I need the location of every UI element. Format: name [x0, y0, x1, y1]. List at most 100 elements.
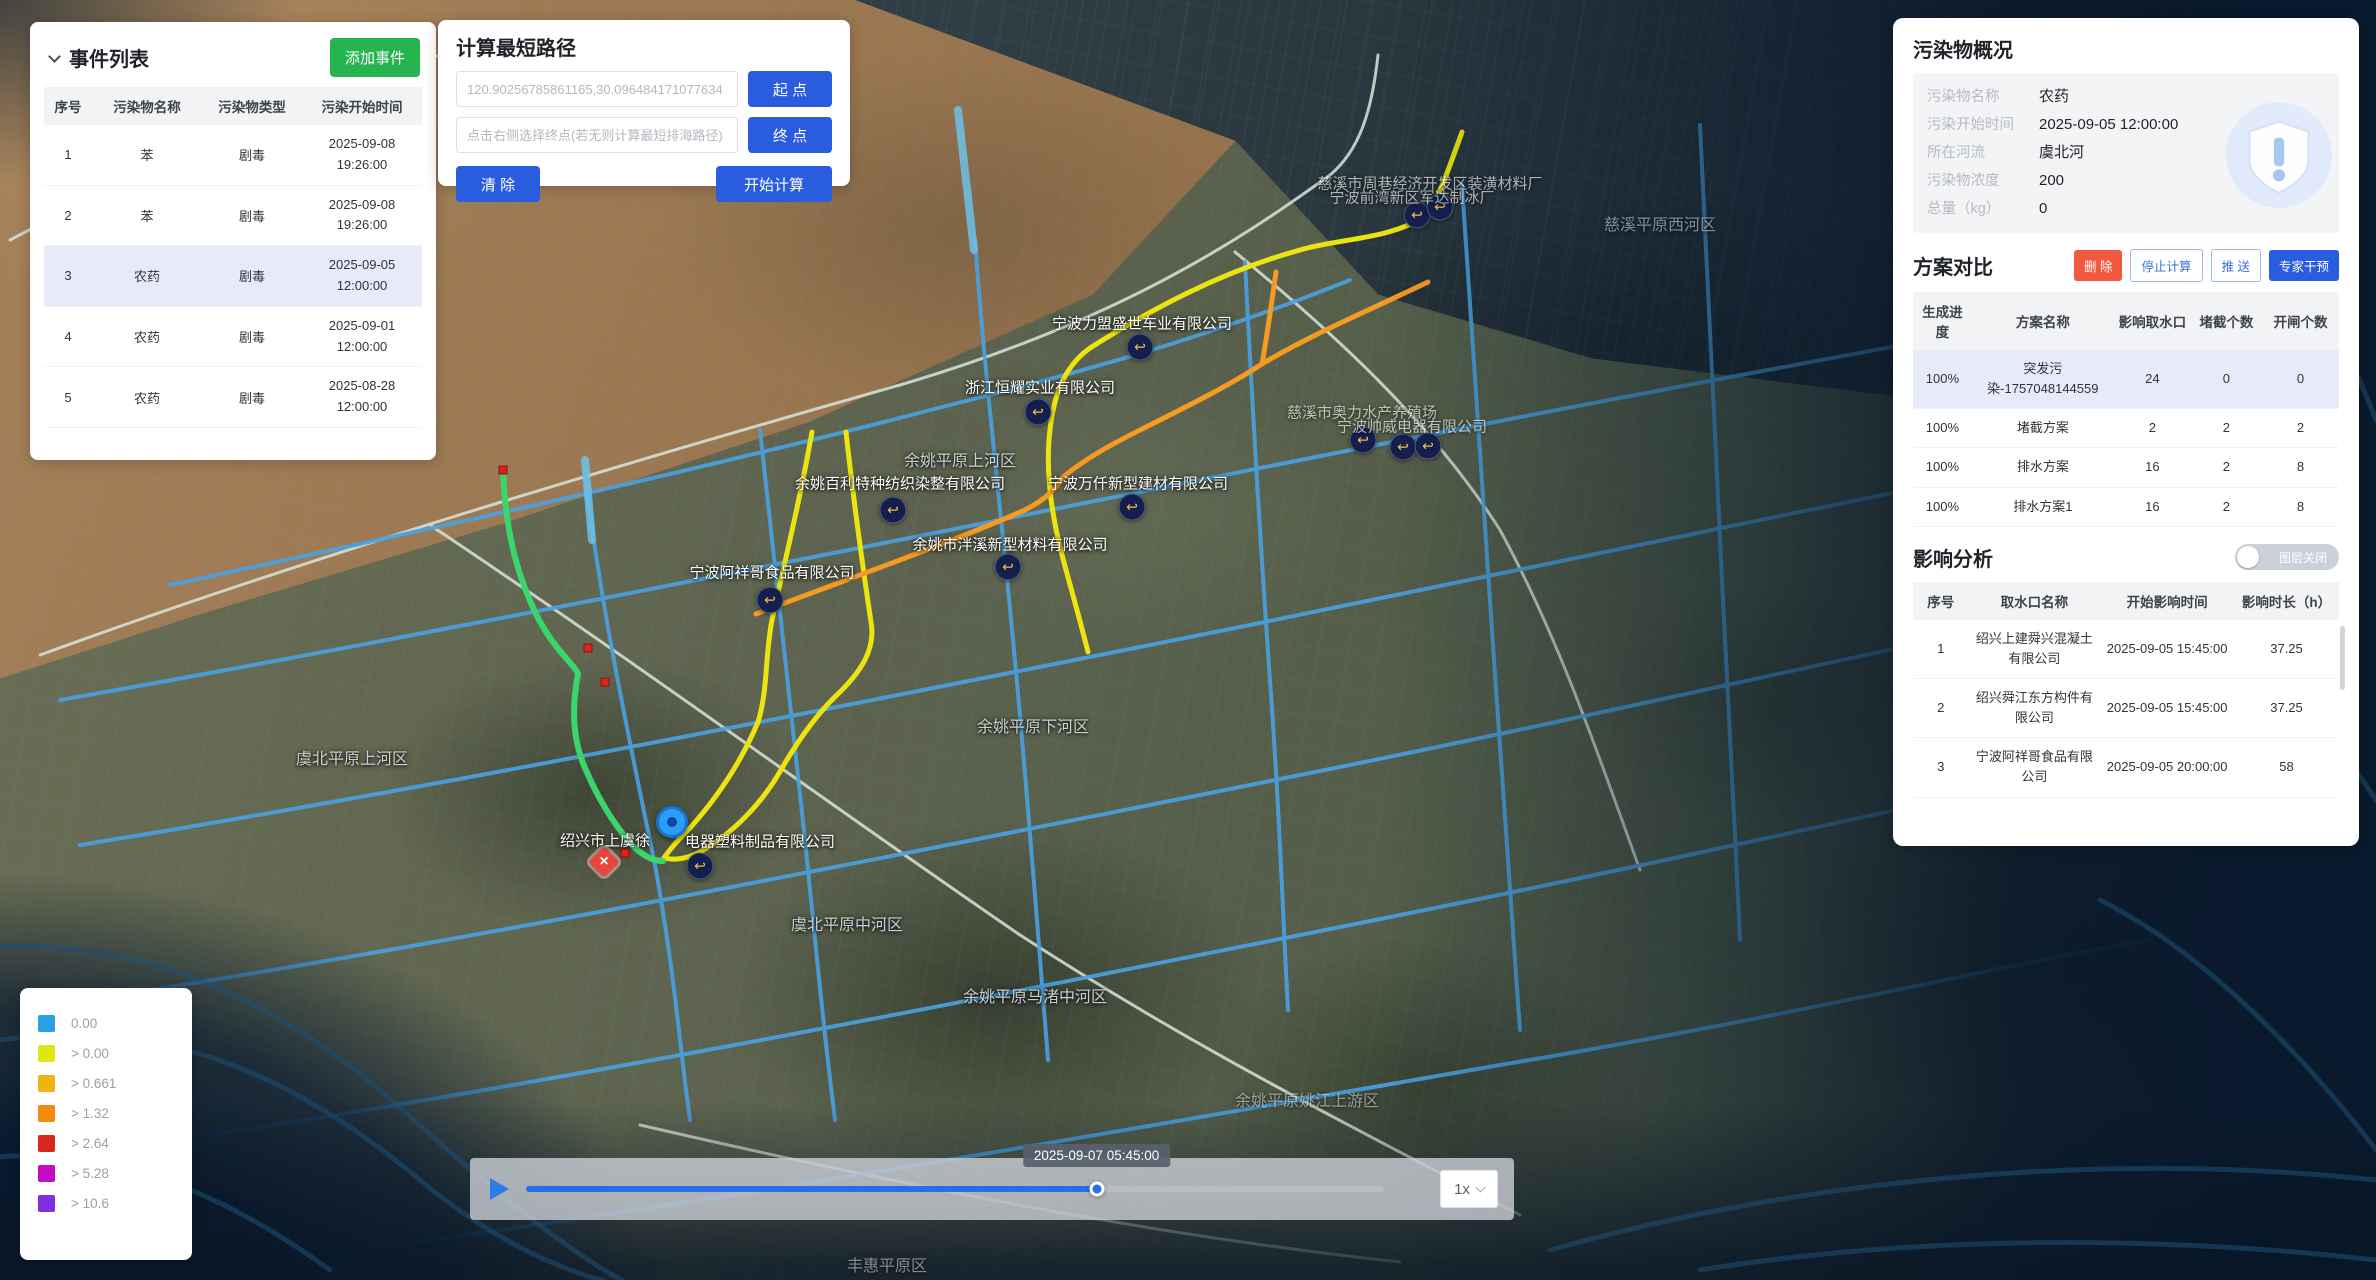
map-label: 电器塑料制品有限公司 — [685, 831, 835, 852]
timeline-fill — [526, 1186, 1097, 1192]
impact-analysis-title: 影响分析 — [1913, 543, 1993, 572]
push-button[interactable]: 推 送 — [2211, 249, 2261, 282]
map-label: 虞北平原中河区 — [791, 911, 903, 935]
pollution-start-time-value: 2025-09-05 12:00:00 — [2039, 116, 2178, 133]
农药[interactable]: 3 农药 剧毒 2025-09-05 12:00:00 — [44, 246, 422, 307]
column-header: 开闸个数 — [2262, 292, 2339, 350]
map-label: 丰惠平原区 — [847, 1252, 927, 1276]
农药[interactable]: 4 农药 剧毒 2025-09-01 12:00:00 — [44, 306, 422, 367]
event-list-panel: 事件列表 添加事件 序号 污染物名称 污染物类型 污染开始时间 1 苯 剧毒 2… — [30, 22, 436, 460]
map-label: 余姚百利特种纺织染整有限公司 — [795, 473, 1005, 494]
legend-item: > 10.6 — [38, 1195, 174, 1212]
legend-color-swatch — [38, 1015, 55, 1032]
shortest-path-panel: 计算最短路径 起 点 终 点 清 除 开始计算 — [438, 20, 850, 186]
start-calc-button[interactable]: 开始计算 — [716, 166, 832, 202]
toggle-knob — [2237, 546, 2259, 568]
start-point-input[interactable] — [456, 71, 738, 107]
map-label: 余姚市泮溪新型材料有限公司 — [912, 534, 1107, 555]
map-label: 宁波阿祥哥食品有限公司 — [689, 562, 854, 583]
column-header: 污染物名称 — [92, 87, 202, 125]
突发污染-1757048144559[interactable]: 100% 突发污染-1757048144559 24 0 0 — [1913, 350, 2339, 409]
column-header: 影响时长（h） — [2234, 582, 2339, 620]
map-label: 余姚平原上河区 — [904, 447, 1016, 471]
alert-shield-icon — [2223, 99, 2335, 211]
column-header: 序号 — [44, 87, 92, 125]
collapse-chevron-icon[interactable] — [48, 50, 61, 63]
column-header: 方案名称 — [1972, 292, 2114, 350]
苯[interactable]: 2 苯 剧毒 2025-09-08 19:26:00 — [44, 185, 422, 246]
table-scrollbar[interactable] — [2340, 626, 2345, 690]
column-header: 序号 — [1913, 582, 1969, 620]
legend-color-swatch — [38, 1075, 55, 1092]
expert-intervention-button[interactable]: 专家干预 — [2269, 250, 2339, 281]
intake-station-icon[interactable] — [757, 587, 784, 614]
map-label: 余姚平原马渚中河区 — [963, 983, 1107, 1007]
pick-end-button[interactable]: 终 点 — [748, 117, 832, 153]
toggle-label: 图层关闭 — [2279, 549, 2327, 566]
map-label: 浙江恒耀实业有限公司 — [965, 377, 1115, 398]
timeline-handle[interactable] — [1089, 1182, 1104, 1197]
农药[interactable]: 5 农药 剧毒 2025-08-28 12:00:00 — [44, 367, 422, 428]
pollutant-overview-title: 污染物概况 — [1913, 34, 2339, 63]
add-event-button[interactable]: 添加事件 — [330, 38, 420, 77]
layer-toggle[interactable]: 图层关闭 — [2235, 544, 2339, 570]
intake-station-icon[interactable] — [1415, 433, 1442, 460]
map-label: 宁波帅威电器有限公司 — [1337, 416, 1487, 437]
impact-table: 序号 取水口名称 开始影响时间 影响时长（h） 1 绍兴上建舜兴混凝土有限公司 … — [1913, 582, 2339, 798]
plan-compare-title: 方案对比 — [1913, 251, 1993, 280]
event-list-title: 事件列表 — [69, 43, 149, 72]
legend-color-swatch — [38, 1105, 55, 1122]
analysis-sidebar: 污染物概况 污染物名称农药 污染开始时间2025-09-05 12:00:00 … — [1893, 18, 2359, 846]
delete-plan-button[interactable]: 删 除 — [2074, 250, 2122, 281]
timeline-slider[interactable]: 2025-09-07 05:45:00 — [526, 1186, 1384, 1192]
legend-item: > 5.28 — [38, 1165, 174, 1182]
intake-station-icon[interactable] — [687, 853, 714, 880]
map-label: 宁波力盟盛世车业有限公司 — [1052, 313, 1232, 334]
排水方案[interactable]: 100% 排水方案 16 2 8 — [1913, 448, 2339, 487]
chevron-down-icon — [1475, 1182, 1485, 1192]
map-label: 余姚平原下河区 — [977, 713, 1089, 737]
path-panel-title: 计算最短路径 — [456, 32, 832, 61]
intake-station-icon[interactable] — [1119, 494, 1146, 521]
column-header: 生成进度 — [1913, 292, 1972, 350]
gate-marker-icon[interactable] — [499, 466, 508, 475]
绍兴舜江东方构件有限公司[interactable]: 2 绍兴舜江东方构件有限公司 2025-09-05 15:45:00 37.25 — [1913, 678, 2339, 737]
pollutant-info-block: 污染物名称农药 污染开始时间2025-09-05 12:00:00 所在河流虞北… — [1913, 73, 2339, 233]
堵截方案[interactable]: 100% 堵截方案 2 2 2 — [1913, 409, 2339, 448]
event-location-pin-icon[interactable] — [656, 806, 688, 838]
legend-color-swatch — [38, 1195, 55, 1212]
map-label: 绍兴市上虞徐 — [560, 830, 650, 851]
intake-station-icon[interactable] — [1127, 334, 1154, 361]
苯[interactable]: 1 苯 剧毒 2025-09-08 19:26:00 — [44, 125, 422, 185]
column-header: 污染开始时间 — [302, 87, 422, 125]
column-header: 堵截个数 — [2191, 292, 2262, 350]
legend-color-swatch — [38, 1135, 55, 1152]
play-icon[interactable] — [490, 1178, 509, 1200]
gate-marker-icon[interactable] — [584, 644, 593, 653]
speed-select[interactable]: 1x — [1440, 1170, 1498, 1208]
legend-item: > 0.00 — [38, 1045, 174, 1062]
绍兴上建舜兴混凝土有限公司[interactable]: 1 绍兴上建舜兴混凝土有限公司 2025-09-05 15:45:00 37.2… — [1913, 620, 2339, 679]
map-label: 慈溪平原西河区 — [1604, 211, 1716, 235]
legend-item: 0.00 — [38, 1015, 174, 1032]
plan-compare-table: 生成进度 方案名称 影响取水口 堵截个数 开闸个数 100% 突发污染-1757… — [1913, 292, 2339, 527]
pick-start-button[interactable]: 起 点 — [748, 71, 832, 107]
gate-marker-icon[interactable] — [601, 678, 610, 687]
clear-button[interactable]: 清 除 — [456, 166, 540, 202]
stop-calc-button[interactable]: 停止计算 — [2130, 249, 2202, 282]
排水方案1[interactable]: 100% 排水方案1 16 2 8 — [1913, 487, 2339, 526]
pollution-alert-icon[interactable] — [588, 846, 619, 877]
intake-station-icon[interactable] — [1390, 434, 1417, 461]
intake-station-icon[interactable] — [1025, 399, 1052, 426]
column-header: 影响取水口 — [2114, 292, 2191, 350]
column-header: 取水口名称 — [1969, 582, 2101, 620]
timeline-tooltip: 2025-09-07 05:45:00 — [1023, 1144, 1170, 1167]
intake-station-icon[interactable] — [880, 497, 907, 524]
legend-item: > 0.661 — [38, 1075, 174, 1092]
intake-station-icon[interactable] — [995, 554, 1022, 581]
legend-color-swatch — [38, 1045, 55, 1062]
map-label: 虞北平原上河区 — [296, 745, 408, 769]
宁波阿祥哥食品有限公司[interactable]: 3 宁波阿祥哥食品有限公司 2025-09-05 20:00:00 58 — [1913, 738, 2339, 797]
concentration-legend: 0.00 > 0.00 > 0.661 > 1.32 > 2.64 > 5.28… — [20, 988, 192, 1260]
end-point-input[interactable] — [456, 117, 738, 153]
